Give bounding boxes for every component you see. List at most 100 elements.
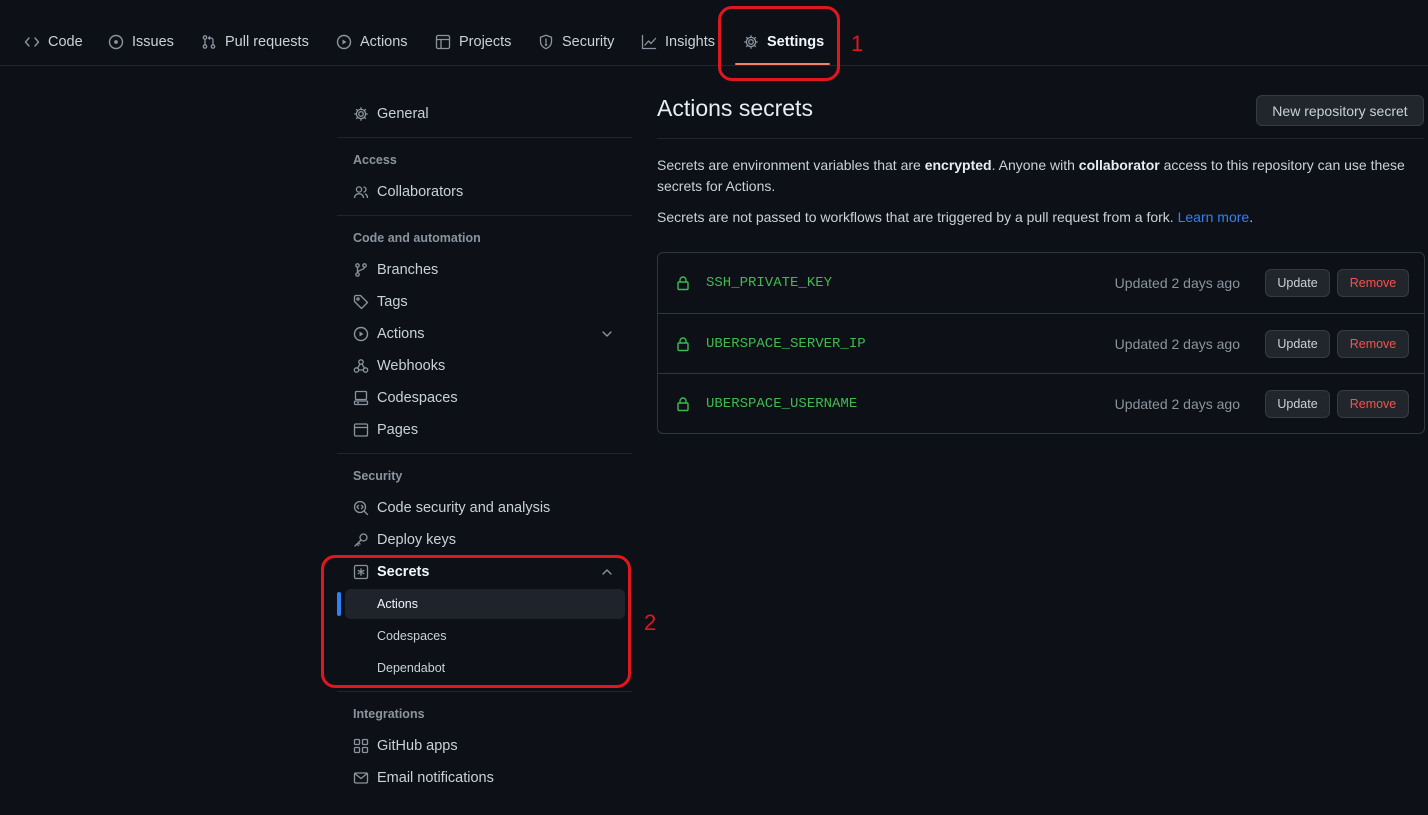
pull-request-icon (201, 34, 217, 50)
sidebar-item-github-apps[interactable]: GitHub apps (345, 732, 625, 760)
update-button[interactable]: Update (1265, 330, 1330, 358)
sidebar-item-label: Deploy keys (377, 532, 456, 548)
tab-security[interactable]: Security (538, 30, 614, 54)
sidebar-heading-integrations: Integrations (353, 707, 425, 721)
page-title: Actions secrets (657, 95, 813, 121)
lock-icon (675, 396, 691, 412)
code-icon (24, 34, 40, 50)
browser-icon (353, 422, 369, 438)
desc-text: Secrets are environment variables that a… (657, 157, 925, 173)
secret-name: UBERSPACE_USERNAME (706, 396, 858, 412)
update-button[interactable]: Update (1265, 269, 1330, 297)
key-icon (353, 532, 369, 548)
remove-button[interactable]: Remove (1337, 390, 1409, 418)
codespaces-icon (353, 390, 369, 406)
secret-updated: Updated 2 days ago (1114, 275, 1240, 291)
webhook-icon (353, 358, 369, 374)
sidebar-item-label: Code security and analysis (377, 500, 551, 516)
shield-icon (538, 34, 554, 50)
title-divider (657, 138, 1424, 139)
sidebar-item-code-security[interactable]: Code security and analysis (345, 494, 625, 522)
secret-name: SSH_PRIVATE_KEY (706, 275, 833, 291)
sidebar-item-deploy-keys[interactable]: Deploy keys (345, 526, 625, 554)
mail-icon (353, 770, 369, 786)
sidebar-divider (337, 453, 632, 454)
graph-icon (641, 34, 657, 50)
sidebar-divider (337, 691, 632, 692)
learn-more-link[interactable]: Learn more (1178, 209, 1250, 225)
tab-label: Issues (132, 34, 174, 50)
desc-bold: encrypted (924, 157, 992, 173)
sidebar-item-webhooks[interactable]: Webhooks (345, 352, 625, 380)
chevron-down-icon[interactable] (599, 326, 615, 342)
remove-button[interactable]: Remove (1337, 269, 1409, 297)
sidebar-heading-code-automation: Code and automation (353, 231, 481, 245)
codescan-icon (353, 500, 369, 516)
fork-notice: Secrets are not passed to workflows that… (657, 207, 1417, 228)
sidebar-item-label: Collaborators (377, 184, 464, 200)
sidebar-divider (337, 215, 632, 216)
secret-updated: Updated 2 days ago (1114, 396, 1240, 412)
callout-number-1: 1 (851, 31, 864, 56)
sidebar-item-label: Pages (377, 422, 419, 438)
secret-updated: Updated 2 days ago (1114, 336, 1240, 352)
secret-row: UBERSPACE_USERNAME Updated 2 days ago Up… (658, 373, 1424, 433)
people-icon (353, 184, 369, 200)
lock-icon (675, 336, 691, 352)
secret-row: SSH_PRIVATE_KEY Updated 2 days ago Updat… (658, 253, 1424, 313)
tab-label: Insights (665, 34, 715, 50)
desc-text: . Anyone with (991, 157, 1079, 173)
callout-box-secrets (321, 555, 631, 688)
tab-label: Projects (459, 34, 512, 50)
sidebar-item-branches[interactable]: Branches (345, 256, 625, 284)
play-icon (336, 34, 352, 50)
sidebar-item-label: General (377, 106, 429, 122)
secrets-list: SSH_PRIVATE_KEY Updated 2 days ago Updat… (657, 252, 1425, 434)
sidebar-item-label: Actions (377, 326, 425, 342)
tag-icon (353, 294, 369, 310)
callout-box-settings (718, 6, 840, 81)
issue-icon (108, 34, 124, 50)
repo-nav: Code Issues Pull requests Actions Projec… (0, 0, 1428, 66)
callout-number-2: 2 (644, 610, 657, 635)
sidebar-heading-security: Security (353, 469, 403, 483)
lock-icon (675, 275, 691, 291)
secrets-description: Secrets are environment variables that a… (657, 155, 1417, 197)
sidebar-item-label: Tags (377, 294, 408, 310)
sidebar-item-codespaces[interactable]: Codespaces (345, 384, 625, 412)
gear-icon (353, 106, 369, 122)
tab-label: Actions (360, 34, 408, 50)
apps-icon (353, 738, 369, 754)
tab-label: Code (48, 34, 83, 50)
secret-name: UBERSPACE_SERVER_IP (706, 336, 866, 352)
sidebar-item-actions[interactable]: Actions (345, 320, 625, 348)
desc-text: . (1249, 209, 1254, 225)
table-icon (435, 34, 451, 50)
tab-actions[interactable]: Actions (336, 30, 408, 54)
play-icon (353, 326, 369, 342)
tab-insights[interactable]: Insights (641, 30, 715, 54)
sidebar-item-general[interactable]: General (345, 100, 625, 128)
sidebar-item-email-notifications[interactable]: Email notifications (345, 764, 625, 792)
sidebar-item-label: Branches (377, 262, 439, 278)
tab-label: Security (562, 34, 615, 50)
sidebar-item-tags[interactable]: Tags (345, 288, 625, 316)
sidebar-item-label: Webhooks (377, 358, 446, 374)
sidebar-item-label: GitHub apps (377, 738, 458, 754)
tab-projects[interactable]: Projects (435, 30, 511, 54)
new-repository-secret-button[interactable]: New repository secret (1256, 95, 1424, 126)
remove-button[interactable]: Remove (1337, 330, 1409, 358)
tab-issues[interactable]: Issues (108, 30, 174, 54)
tab-code[interactable]: Code (24, 30, 83, 54)
sidebar-divider (337, 137, 632, 138)
desc-bold: collaborator (1078, 157, 1160, 173)
sidebar-item-label: Codespaces (377, 390, 458, 406)
secret-row: UBERSPACE_SERVER_IP Updated 2 days ago U… (658, 313, 1424, 373)
desc-text: Secrets are not passed to workflows that… (657, 209, 1178, 225)
sidebar-item-pages[interactable]: Pages (345, 416, 625, 444)
sidebar-item-label: Email notifications (377, 770, 494, 786)
sidebar-heading-access: Access (353, 153, 397, 167)
tab-pull-requests[interactable]: Pull requests (201, 30, 309, 54)
sidebar-item-collaborators[interactable]: Collaborators (345, 178, 625, 206)
update-button[interactable]: Update (1265, 390, 1330, 418)
